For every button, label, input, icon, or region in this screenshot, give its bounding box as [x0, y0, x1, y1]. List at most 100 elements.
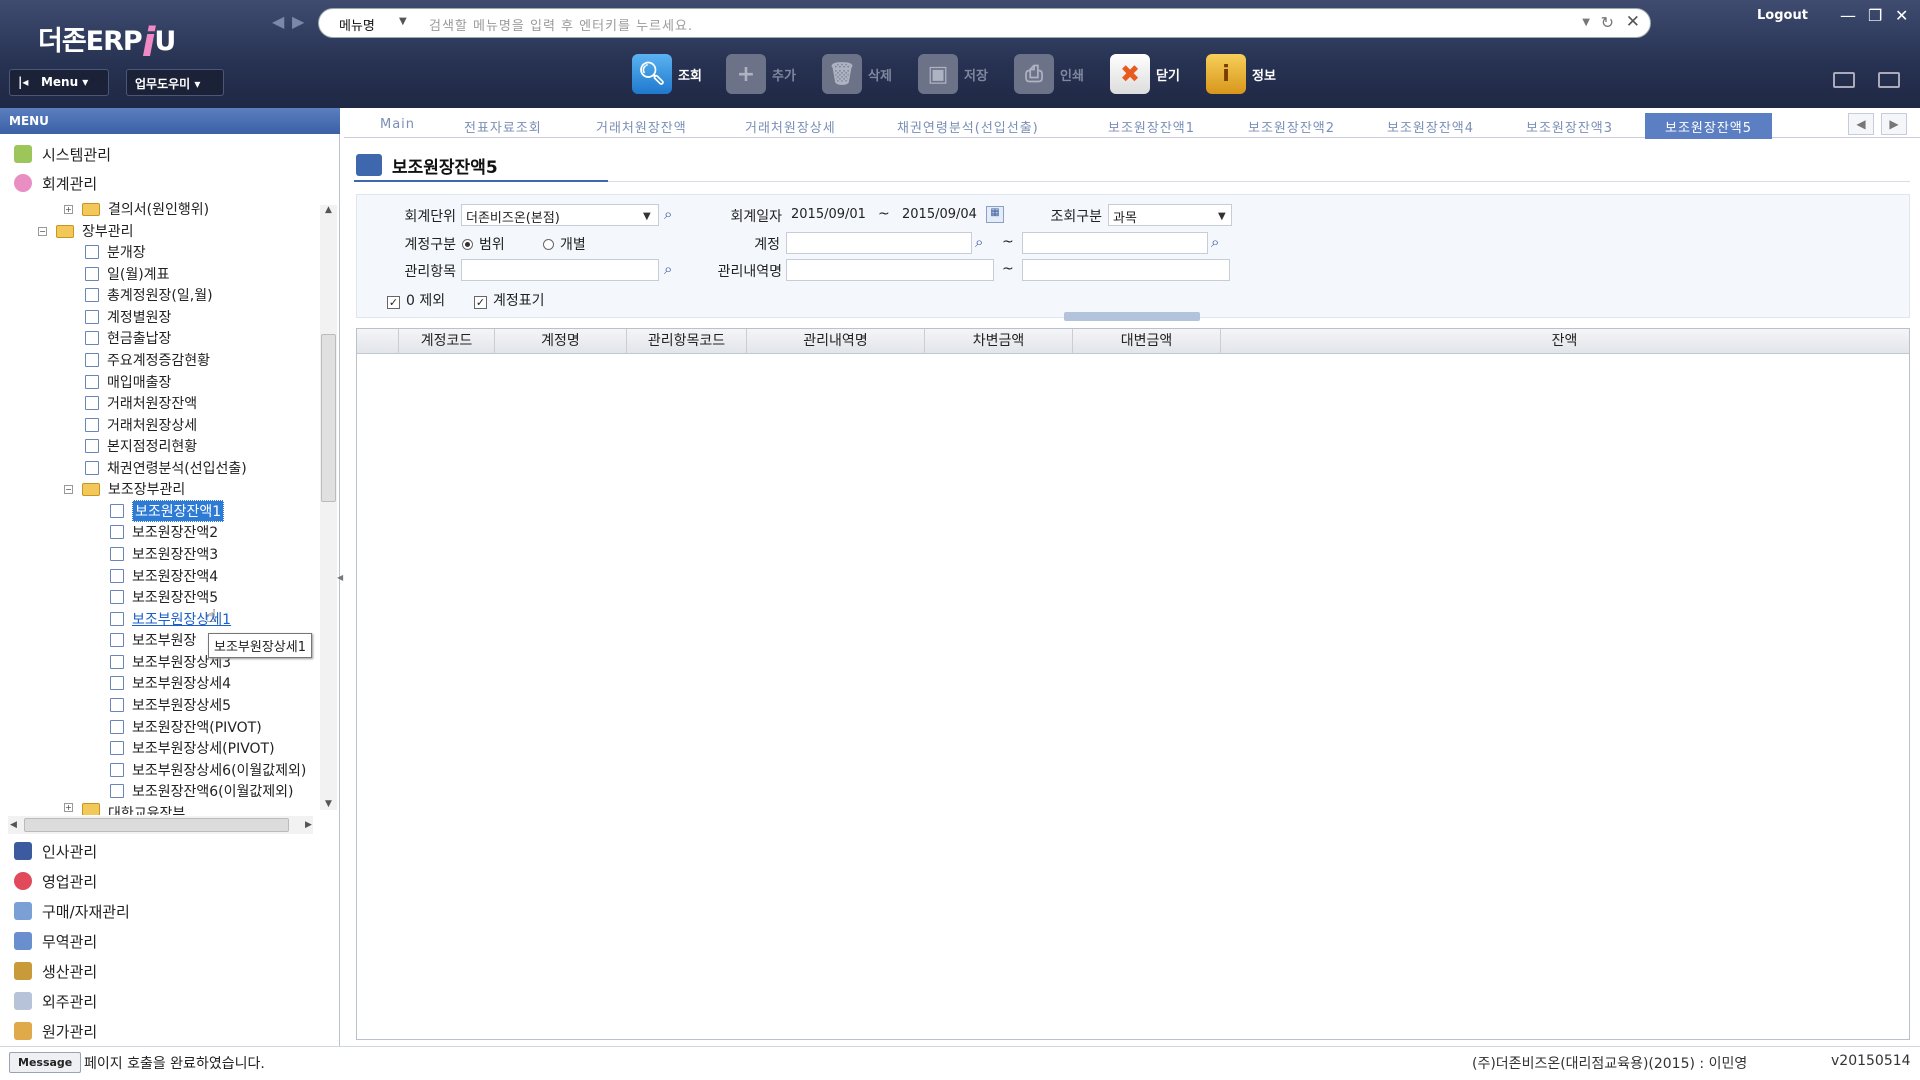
sidebar-item-outsourcing[interactable]: 외주관리 — [14, 989, 97, 1013]
tree-folder[interactable]: + 대한교육장부 — [64, 803, 185, 815]
tree-item[interactable]: 거래처원장상세 — [85, 415, 197, 435]
tree-item[interactable]: 보조부원장상세4 — [110, 673, 231, 693]
logout-button[interactable]: Logout — [1757, 8, 1808, 23]
chevron-down-icon[interactable]: ▼ — [643, 211, 651, 222]
dropdown-icon[interactable]: ▼ — [1582, 17, 1590, 28]
chevron-down-icon[interactable]: ▼ — [1218, 211, 1226, 222]
refresh-icon[interactable]: ↻ — [1601, 13, 1614, 32]
tree-horizontal-scroll-thumb[interactable] — [24, 818, 289, 832]
expand-icon[interactable]: + — [64, 204, 73, 214]
tree-item[interactable]: 일(월)계표 — [85, 264, 169, 284]
scroll-up-icon[interactable]: ▲ — [325, 205, 332, 215]
sidebar-item-purchasing[interactable]: 구매/자재관리 — [14, 899, 130, 923]
column-header[interactable]: 차변금액 — [925, 329, 1073, 354]
tab-sub-ledger-balance-5[interactable]: 보조원장잔액5 — [1645, 113, 1773, 139]
query-button[interactable]: 🔍︎ 조회 — [632, 52, 702, 96]
tree-item[interactable]: 본지점정리현황 — [85, 436, 197, 456]
tree-item[interactable]: 현금출납장 — [85, 328, 171, 348]
tree-item[interactable]: 보조부원장 — [110, 630, 196, 650]
scroll-down-icon[interactable]: ▼ — [325, 799, 332, 809]
account-from-field[interactable] — [786, 232, 972, 254]
tab-sub-ledger-balance-3[interactable]: 보조원장잔액3 — [1526, 113, 1613, 139]
tab-next-icon[interactable]: ▶ — [1881, 113, 1907, 135]
unit-select[interactable]: 더존비즈온(본점) — [461, 204, 659, 226]
sidebar-collapse-icon[interactable]: ◀ — [337, 573, 343, 582]
tree-item[interactable]: 보조원장잔액(PIVOT) — [110, 717, 262, 737]
sidebar-item-trade[interactable]: 무역관리 — [14, 929, 97, 953]
help-button[interactable]: 업무도우미 ▾ — [126, 69, 224, 96]
calendar-icon[interactable]: ▦ — [986, 206, 1004, 223]
tree-folder[interactable]: − 보조장부관리 — [64, 479, 185, 499]
tree-vertical-scrollbar[interactable] — [320, 205, 337, 810]
expand-icon[interactable]: + — [64, 803, 73, 812]
account-to-search-icon[interactable]: ⌕ — [1211, 233, 1219, 251]
sidebar-item-sales[interactable]: 영업관리 — [14, 869, 97, 893]
query-type-select[interactable]: 과목 — [1108, 204, 1232, 226]
tab-sub-ledger-balance-4[interactable]: 보조원장잔액4 — [1387, 113, 1474, 139]
tree-item[interactable]: 총계정원장(일,월) — [85, 285, 213, 305]
show-account-checkbox[interactable]: ✓ 계정표기 — [474, 290, 545, 310]
cascade-window-icon[interactable] — [1833, 72, 1855, 88]
add-button[interactable]: + 추가 — [726, 52, 796, 96]
panel-collapse-handle[interactable] — [1064, 312, 1200, 321]
save-button[interactable]: ▣ 저장 — [918, 52, 988, 96]
tab-sub-ledger-balance-1[interactable]: 보조원장잔액1 — [1108, 113, 1195, 139]
clear-icon[interactable]: ✕ — [1626, 12, 1640, 32]
column-header[interactable]: 관리항목코드 — [627, 329, 747, 354]
account-from-search-icon[interactable]: ⌕ — [975, 233, 983, 251]
menu-search-bar[interactable]: 메뉴명 ▼ 검색할 메뉴명을 입력 후 엔터키를 누르세요. ▼ ↻ ✕ — [318, 8, 1651, 38]
tree-item[interactable]: 거래처원장잔액 — [85, 393, 197, 413]
mgmt-item-field[interactable] — [461, 259, 659, 281]
tree-item-selected[interactable]: 보조원장잔액1 — [110, 500, 225, 522]
account-to-field[interactable] — [1022, 232, 1208, 254]
radio-individual[interactable]: 개별 — [543, 234, 586, 254]
column-header[interactable]: 계정코드 — [399, 329, 495, 354]
tree-item[interactable]: 보조원장잔액2 — [110, 522, 218, 542]
nav-forward-icon[interactable]: ▶ — [292, 12, 304, 31]
tree-item[interactable]: 보조부원장상세5 — [110, 695, 231, 715]
scroll-left-icon[interactable]: ◀ — [10, 820, 17, 830]
close-button[interactable]: ✖ 닫기 — [1110, 52, 1180, 96]
tree-folder[interactable]: + 결의서(원인행위) — [64, 199, 209, 219]
tab-vendor-ledger-detail[interactable]: 거래처원장상세 — [745, 113, 836, 139]
radio-range[interactable]: 범위 — [462, 234, 505, 254]
mgmt-detail-from-field[interactable] — [786, 259, 994, 281]
tab-prev-icon[interactable]: ◀ — [1848, 113, 1874, 135]
message-button[interactable]: Message — [9, 1052, 82, 1073]
delete-button[interactable]: 🗑︎ 삭제 — [822, 52, 892, 96]
info-button[interactable]: i 정보 — [1206, 52, 1276, 96]
tree-folder[interactable]: − 장부관리 — [38, 221, 134, 241]
tile-window-icon[interactable] — [1878, 72, 1900, 88]
tree-item[interactable]: 주요계정증감현황 — [85, 350, 210, 370]
sidebar-item-accounting[interactable]: 회계관리 — [14, 171, 97, 195]
tab-voucher-query[interactable]: 전표자료조회 — [464, 113, 542, 139]
minimize-icon[interactable]: — — [1840, 6, 1856, 25]
sidebar-item-production[interactable]: 생산관리 — [14, 959, 97, 983]
unit-search-icon[interactable]: ⌕ — [664, 205, 672, 223]
window-close-icon[interactable]: ✕ — [1895, 6, 1908, 25]
tree-item[interactable]: 보조원장잔액3 — [110, 544, 218, 564]
column-header[interactable]: 잔액 — [1221, 329, 1908, 354]
tree-item[interactable]: 보조부원장상세(PIVOT) — [110, 738, 275, 758]
tree-item[interactable]: 채권연령분석(선입선출) — [85, 458, 247, 478]
tab-sub-ledger-balance-2[interactable]: 보조원장잔액2 — [1248, 113, 1335, 139]
tree-item[interactable]: 보조부원장상세6(이월값제외) — [110, 760, 306, 780]
tree-item[interactable]: 보조원장잔액4 — [110, 566, 218, 586]
collapse-icon[interactable]: − — [38, 226, 47, 236]
sidebar-item-hr[interactable]: 인사관리 — [14, 839, 97, 863]
collapse-icon[interactable]: − — [64, 484, 73, 494]
print-button[interactable]: ⎙ 인쇄 — [1014, 52, 1084, 96]
search-type-select[interactable]: 메뉴명 — [339, 15, 375, 34]
tree-item[interactable]: 계정별원장 — [85, 307, 171, 327]
tree-item[interactable]: 보조원장잔액5 — [110, 587, 218, 607]
sidebar-item-cost[interactable]: 원가관리 — [14, 1019, 97, 1043]
date-from-field[interactable]: 2015/09/01 — [786, 204, 868, 226]
search-input[interactable]: 검색할 메뉴명을 입력 후 엔터키를 누르세요. — [429, 15, 693, 34]
tab-aging-analysis[interactable]: 채권연령분석(선입선출) — [897, 113, 1039, 139]
nav-back-icon[interactable]: ◀ — [272, 12, 284, 31]
tab-main[interactable]: Main — [380, 113, 415, 139]
tab-vendor-ledger-balance[interactable]: 거래처원장잔액 — [596, 113, 687, 139]
tree-item[interactable]: 분개장 — [85, 242, 146, 262]
chevron-down-icon[interactable]: ▼ — [399, 16, 407, 27]
tree-item[interactable]: 보조원장잔액6(이월값제외) — [110, 781, 294, 801]
